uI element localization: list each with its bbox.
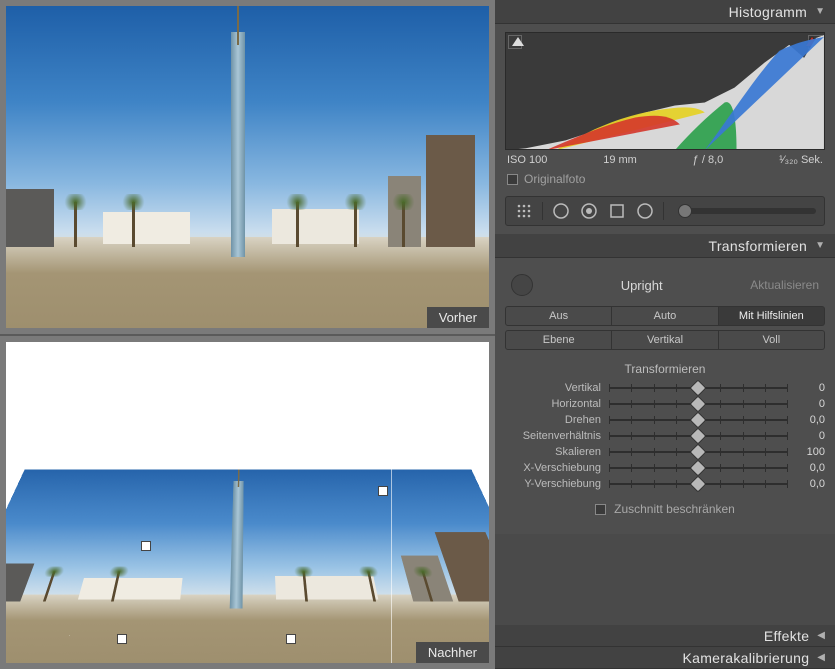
original-checkbox[interactable] <box>507 174 518 185</box>
slider-track[interactable] <box>609 447 787 457</box>
preview-after[interactable]: Nachher <box>0 336 495 669</box>
upright-mode-icon[interactable] <box>511 274 533 296</box>
disclosure-icon: ◀ <box>817 630 825 641</box>
original-photo-row[interactable]: Originalfoto <box>505 170 825 190</box>
slider-value: 0 <box>795 398 825 410</box>
slider-label: Seitenverhältnis <box>505 430 601 442</box>
constrain-checkbox[interactable] <box>595 504 606 515</box>
preview-pane: Vorher Nachher <box>0 0 495 669</box>
histogram-body: ISO 100 19 mm ƒ / 8,0 ¹⁄₃₂₀ Sek. Origina… <box>495 24 835 234</box>
constrain-crop-row[interactable]: Zuschnitt beschränken <box>505 492 825 526</box>
slider-horizontal: Horizontal 0 <box>505 396 825 412</box>
slider-drehen: Drehen 0,0 <box>505 412 825 428</box>
tool-amount-slider[interactable] <box>678 208 816 214</box>
upright-refresh-button[interactable]: Aktualisieren <box>750 278 819 292</box>
tool-strip <box>505 196 825 226</box>
circle2-tool-icon[interactable] <box>635 201 655 221</box>
guide-handle[interactable] <box>141 541 151 551</box>
focal-value: 19 mm <box>603 154 637 166</box>
panel-spacer <box>495 534 835 625</box>
circle-tool-icon[interactable] <box>551 201 571 221</box>
slider-y-verschiebung: Y-Verschiebung 0,0 <box>505 476 825 492</box>
grid-icon[interactable] <box>514 201 534 221</box>
disclosure-icon: ▼ <box>815 240 825 251</box>
slider-label: Y-Verschiebung <box>505 478 601 490</box>
upright-mit-hilfslinien-button[interactable]: Mit Hilfslinien <box>719 306 825 326</box>
disclosure-icon: ◀ <box>817 652 825 663</box>
upright-aus-button[interactable]: Aus <box>505 306 612 326</box>
transform-sliders: Vertikal 0 Horizontal 0 Drehen 0,0 Seitenverhä… <box>505 380 825 492</box>
slider-value: 0,0 <box>795 478 825 490</box>
guide-handle[interactable] <box>378 486 388 496</box>
slider-skalieren: Skalieren 100 <box>505 444 825 460</box>
transform-header[interactable]: Transformieren ▼ <box>495 234 835 258</box>
slider-x-verschiebung: X-Verschiebung 0,0 <box>505 460 825 476</box>
disclosure-icon: ▼ <box>815 6 825 17</box>
before-image <box>6 6 489 328</box>
slider-track[interactable] <box>609 415 787 425</box>
upright-label: Upright <box>621 278 663 293</box>
slider-thumb[interactable] <box>690 444 707 461</box>
square-tool-icon[interactable] <box>607 201 627 221</box>
slider-track[interactable] <box>609 399 787 409</box>
effects-header[interactable]: Effekte ◀ <box>495 625 835 647</box>
slider-value: 0 <box>795 430 825 442</box>
histogram-meta: ISO 100 19 mm ƒ / 8,0 ¹⁄₃₂₀ Sek. <box>505 150 825 170</box>
aperture-value: ƒ / 8,0 <box>693 154 724 166</box>
target-tool-icon[interactable] <box>579 201 599 221</box>
slider-label: Horizontal <box>505 398 601 410</box>
slider-thumb[interactable] <box>690 460 707 477</box>
guide-handle[interactable] <box>286 634 296 644</box>
slider-label: Skalieren <box>505 446 601 458</box>
slider-vertikal: Vertikal 0 <box>505 380 825 396</box>
transform-subtitle: Transformieren <box>505 354 825 380</box>
calibration-title: Kamerakalibrierung <box>683 650 810 666</box>
histogram-header[interactable]: Histogramm ▼ <box>495 0 835 24</box>
constrain-label: Zuschnitt beschränken <box>614 502 735 516</box>
slider-label: Drehen <box>505 414 601 426</box>
slider-track[interactable] <box>609 431 787 441</box>
upright-button-row-1: AusAutoMit Hilfslinien <box>505 306 825 326</box>
slider-label: X-Verschiebung <box>505 462 601 474</box>
slider-value: 0,0 <box>795 462 825 474</box>
upright-ebene-button[interactable]: Ebene <box>505 330 612 350</box>
upright-button-row-2: EbeneVertikalVoll <box>505 330 825 350</box>
slider-thumb[interactable] <box>690 380 707 397</box>
transform-body: Upright Aktualisieren AusAutoMit Hilfsli… <box>495 258 835 534</box>
guide-handle[interactable] <box>117 634 127 644</box>
preview-before[interactable]: Vorher <box>0 0 495 336</box>
slider-thumb[interactable] <box>690 476 707 493</box>
guide-line[interactable] <box>391 342 392 664</box>
histogram-title: Histogramm <box>729 4 807 20</box>
slider-label: Vertikal <box>505 382 601 394</box>
slider-value: 0,0 <box>795 414 825 426</box>
before-label: Vorher <box>427 307 489 328</box>
slider-track[interactable] <box>609 463 787 473</box>
effects-title: Effekte <box>764 628 809 644</box>
upright-vertikal-button[interactable]: Vertikal <box>612 330 718 350</box>
slider-value: 100 <box>795 446 825 458</box>
after-image <box>6 342 489 664</box>
slider-value: 0 <box>795 382 825 394</box>
histogram-svg <box>506 33 824 150</box>
original-label: Originalfoto <box>524 172 585 186</box>
histogram-chart[interactable] <box>505 32 825 150</box>
iso-value: ISO 100 <box>507 154 547 166</box>
slider-track[interactable] <box>609 383 787 393</box>
slider-thumb[interactable] <box>690 428 707 445</box>
slider-thumb[interactable] <box>690 396 707 413</box>
upright-auto-button[interactable]: Auto <box>612 306 718 326</box>
after-label: Nachher <box>416 642 489 663</box>
slider-seitenverhältnis: Seitenverhältnis 0 <box>505 428 825 444</box>
slider-thumb[interactable] <box>690 412 707 429</box>
shutter-value: ¹⁄₃₂₀ Sek. <box>779 154 823 166</box>
calibration-header[interactable]: Kamerakalibrierung ◀ <box>495 647 835 669</box>
develop-panel: Histogramm ▼ ISO 100 19 mm ƒ / 8,0 ¹⁄₃₂₀… <box>495 0 835 669</box>
slider-track[interactable] <box>609 479 787 489</box>
transform-title: Transformieren <box>708 238 807 254</box>
upright-voll-button[interactable]: Voll <box>719 330 825 350</box>
